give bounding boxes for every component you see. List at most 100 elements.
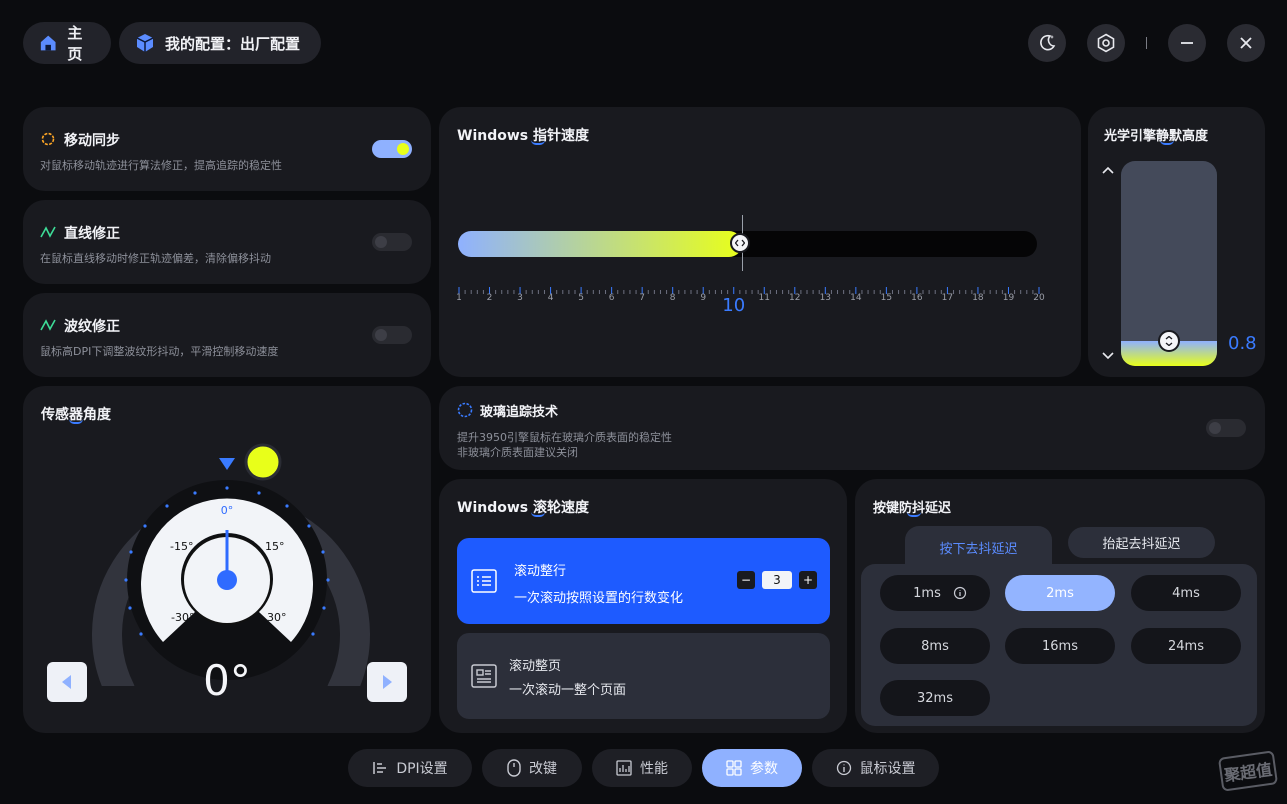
info-icon[interactable] — [953, 586, 967, 600]
chart-icon — [616, 760, 632, 776]
tab-release-debounce[interactable]: 抬起去抖延迟 — [1068, 527, 1215, 558]
glass-tracking-title: 玻璃追踪技术 — [480, 405, 559, 420]
lod-card: 光学引擎静默高度 0.8 — [1088, 107, 1265, 377]
scroll-line-mode-title: 滚动整行 — [514, 564, 567, 579]
lod-value: 0.8 — [1228, 333, 1257, 354]
glass-tracking-toggle[interactable] — [1206, 419, 1246, 437]
debounce-card: 按键防抖延迟 按下去抖延迟 抬起去抖延迟 1ms 2ms 4ms 8ms 16m… — [855, 479, 1265, 733]
sensor-angle-title: 传感器角度 — [41, 407, 111, 424]
chevron-up-icon[interactable] — [1102, 165, 1114, 175]
arrow-right-icon — [383, 675, 392, 689]
close-button[interactable] — [1227, 24, 1265, 62]
tick-label: 1 — [456, 293, 462, 303]
scroll-line-mode-option[interactable]: 滚动整行 一次滚动按照设置的行数变化 − 3 + — [457, 538, 830, 624]
line-correction-toggle[interactable] — [372, 233, 412, 251]
close-icon — [1240, 37, 1252, 49]
nav-performance[interactable]: 性能 — [592, 749, 692, 787]
toggle-knob — [375, 329, 387, 341]
dial-label-neg15: -15° — [170, 540, 194, 553]
pointer-speed-fill — [458, 231, 742, 257]
tick-label: 17 — [941, 293, 954, 303]
nav-mouse-settings[interactable]: 鼠标设置 — [812, 749, 939, 787]
tick-label: 7 — [639, 293, 646, 303]
angle-center-dot — [217, 570, 237, 590]
scroll-page-mode-option[interactable]: 滚动整页 一次滚动一整个页面 — [457, 633, 830, 719]
ripple-correction-title: 波纹修正 — [64, 319, 120, 335]
tick-label: 6 — [608, 293, 615, 303]
motion-sync-card: 移动同步 对鼠标移动轨迹进行算法修正，提高追踪的稳定性 — [23, 107, 431, 191]
debounce-option-1ms[interactable]: 1ms — [880, 575, 990, 611]
ripple-correction-toggle[interactable] — [372, 326, 412, 344]
config-label: 我的配置：出厂配置 — [165, 34, 301, 53]
list-icon — [471, 569, 497, 593]
scroll-page-mode-title: 滚动整页 — [509, 659, 562, 674]
scroll-lines-input[interactable]: 3 — [762, 571, 792, 589]
theme-toggle-button[interactable] — [1028, 24, 1066, 62]
arrow-left-icon — [62, 675, 71, 689]
tick-label: 20 — [1033, 293, 1045, 303]
debounce-option-2ms[interactable]: 2ms — [1005, 575, 1115, 611]
tick-label: 15 — [880, 293, 893, 303]
angle-pointer-triangle — [219, 458, 235, 470]
minimize-button[interactable] — [1168, 24, 1206, 62]
angle-increase-button[interactable] — [367, 662, 407, 702]
scroll-lines-increase-button[interactable]: + — [799, 571, 817, 589]
tab-press-debounce[interactable]: 按下去抖延迟 — [905, 526, 1052, 568]
drag-vertical-icon — [1165, 336, 1173, 346]
sensor-angle-value: 0° — [203, 656, 251, 705]
grid-icon — [726, 760, 742, 776]
pointer-speed-knob[interactable] — [729, 233, 750, 253]
angle-decrease-button[interactable] — [47, 662, 87, 702]
config-selector[interactable]: 我的配置：出厂配置 — [119, 22, 321, 64]
mouse-icon — [507, 759, 521, 777]
sensor-angle-card: 传感器角度 0° -15° 15° -30° 30° 0° — [23, 386, 431, 733]
drag-horizontal-icon — [734, 239, 745, 247]
motion-sync-desc: 对鼠标移动轨迹进行算法修正，提高追踪的稳定性 — [40, 159, 282, 172]
line-correction-desc: 在鼠标直线移动时修正轨迹偏差，清除偏移抖动 — [40, 252, 271, 265]
dial-label-0: 0° — [220, 504, 234, 517]
home-icon — [40, 35, 56, 51]
scroll-speed-card: Windows 滚轮速度 滚动整行 一次滚动按照设置的行数变化 − 3 + 滚动… — [439, 479, 847, 733]
tick-label: 8 — [669, 293, 676, 303]
lod-title: 光学引擎静默高度 — [1104, 129, 1209, 145]
pointer-speed-title: Windows 指针速度 — [457, 128, 589, 145]
debounce-option-24ms[interactable]: 24ms — [1131, 628, 1241, 664]
tick-label: 19 — [1002, 293, 1015, 303]
minimize-icon — [1181, 42, 1193, 44]
tick-label: 4 — [547, 293, 554, 303]
tick-label: 5 — [578, 293, 584, 303]
home-button[interactable]: 主页 — [23, 22, 111, 64]
dial-label-pos30: 30° — [267, 611, 287, 624]
chevron-down-icon[interactable] — [1102, 351, 1114, 361]
home-label: 主页 — [67, 24, 83, 63]
tick-label: 12 — [789, 293, 801, 303]
debounce-option-8ms[interactable]: 8ms — [880, 628, 990, 664]
hex-settings-icon — [1097, 33, 1115, 53]
info-circle-icon — [836, 760, 851, 776]
debounce-option-16ms[interactable]: 16ms — [1005, 628, 1115, 664]
nav-params[interactable]: 参数 — [702, 749, 802, 787]
line-correction-title: 直线修正 — [64, 226, 120, 242]
tick-label: 14 — [850, 293, 862, 303]
lod-knob[interactable] — [1158, 330, 1180, 352]
scroll-speed-title: Windows 滚轮速度 — [457, 500, 589, 517]
watermark-logo: 聚超值 — [1217, 750, 1279, 792]
debounce-title: 按键防抖延迟 — [873, 501, 952, 517]
toggle-knob — [375, 236, 387, 248]
toggle-knob — [1209, 422, 1221, 434]
glass-tracking-card: 玻璃追踪技术 提升3950引擎鼠标在玻璃介质表面的稳定性 非玻璃介质表面建议关闭 — [439, 386, 1265, 470]
tick-label: 11 — [758, 293, 770, 303]
nav-remap[interactable]: 改键 — [482, 749, 582, 787]
moon-icon — [1040, 34, 1056, 51]
cube-icon — [136, 34, 154, 52]
debounce-option-4ms[interactable]: 4ms — [1131, 575, 1241, 611]
scroll-lines-decrease-button[interactable]: − — [737, 571, 755, 589]
ripple-correction-desc: 鼠标高DPI下调整波纹形抖动，平滑控制移动速度 — [40, 345, 279, 358]
tick-label: 13 — [819, 293, 832, 303]
motion-sync-toggle[interactable] — [372, 140, 412, 158]
debounce-option-32ms[interactable]: 32ms — [880, 680, 990, 716]
ripple-correction-icon — [40, 319, 56, 331]
tick-label: 2 — [486, 293, 493, 303]
settings-button[interactable] — [1087, 24, 1125, 62]
nav-dpi-settings[interactable]: DPI设置 — [348, 749, 472, 787]
